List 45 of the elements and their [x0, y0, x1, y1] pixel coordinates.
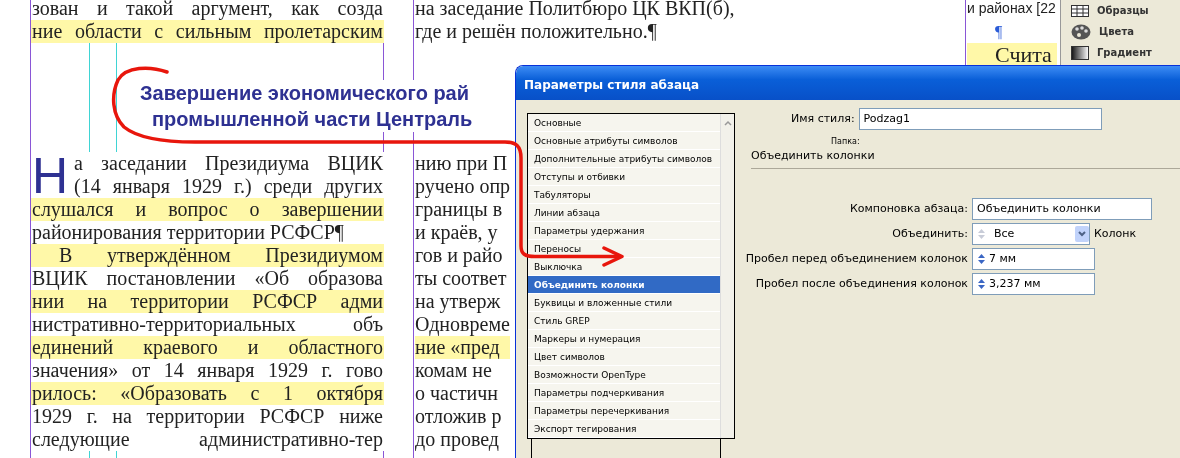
category-item[interactable]: Основные [528, 114, 720, 132]
field-label: Имя стиля: [791, 110, 855, 127]
category-item[interactable]: Параметры удержания [528, 222, 720, 240]
category-item[interactable]: Стиль GREP [528, 312, 720, 330]
field-label: Объединить: [891, 225, 969, 242]
category-item[interactable]: Линии абзаца [528, 204, 720, 222]
grid-icon [1071, 4, 1089, 17]
panel-label: Градиент [1097, 46, 1152, 60]
field-label: Пробел после объединения колонок [754, 275, 969, 292]
panel-item[interactable]: Градиент [1061, 42, 1180, 63]
palette-icon [1071, 23, 1091, 40]
scroll-up-icon[interactable] [722, 118, 734, 128]
category-item[interactable]: Дополнительные атрибуты символов [528, 150, 720, 168]
category-item[interactable]: Параметры подчеркивания [528, 384, 720, 402]
section-title: Объединить колонки [751, 148, 1180, 169]
layout-field[interactable]: Объединить колонки [972, 198, 1152, 220]
category-item[interactable]: Цвет символов [528, 348, 720, 366]
category-item[interactable]: Табуляторы [528, 186, 720, 204]
spin-value: 7 мм [989, 251, 1017, 267]
category-item[interactable]: Основные атрибуты символов [528, 132, 720, 150]
category-item[interactable]: Буквицы и вложенные стили [528, 294, 720, 312]
gradient-icon [1071, 45, 1089, 60]
spin-value: 3,237 мм [989, 276, 1041, 292]
field-suffix: Колонк [1094, 225, 1137, 242]
category-item[interactable]: Объединить колонки [528, 276, 720, 294]
field-label: Пробел перед объединением колонок [744, 250, 969, 267]
folder-label: Папка: [831, 136, 860, 148]
spinner-icon[interactable] [977, 277, 986, 291]
panel-label: Цвета [1099, 25, 1134, 39]
dialog-title: Параметры стиля абзаца [516, 66, 1180, 100]
dropdown-icon[interactable] [1075, 226, 1089, 242]
style-name-field[interactable]: Podzag1 [858, 108, 1102, 130]
category-item[interactable]: Отступы и отбивки [528, 168, 720, 186]
category-item[interactable]: Возможности OpenType [528, 366, 720, 384]
scrollbar[interactable] [720, 114, 734, 438]
spin-field[interactable]: 7 мм [972, 248, 1095, 270]
panel-label: Образцы [1097, 4, 1149, 18]
category-item[interactable]: Маркеры и нумерация [528, 330, 720, 348]
field-label: Компоновка абзаца: [848, 200, 969, 217]
spin-field[interactable]: 3,237 мм [972, 273, 1095, 295]
spinner-icon[interactable] [977, 252, 986, 266]
panel-item[interactable]: Цвета [1061, 21, 1180, 42]
combo-value: Все [994, 226, 1016, 242]
category-item[interactable]: Параметры перечеркивания [528, 402, 720, 420]
panel-item[interactable]: Образцы [1061, 0, 1180, 21]
